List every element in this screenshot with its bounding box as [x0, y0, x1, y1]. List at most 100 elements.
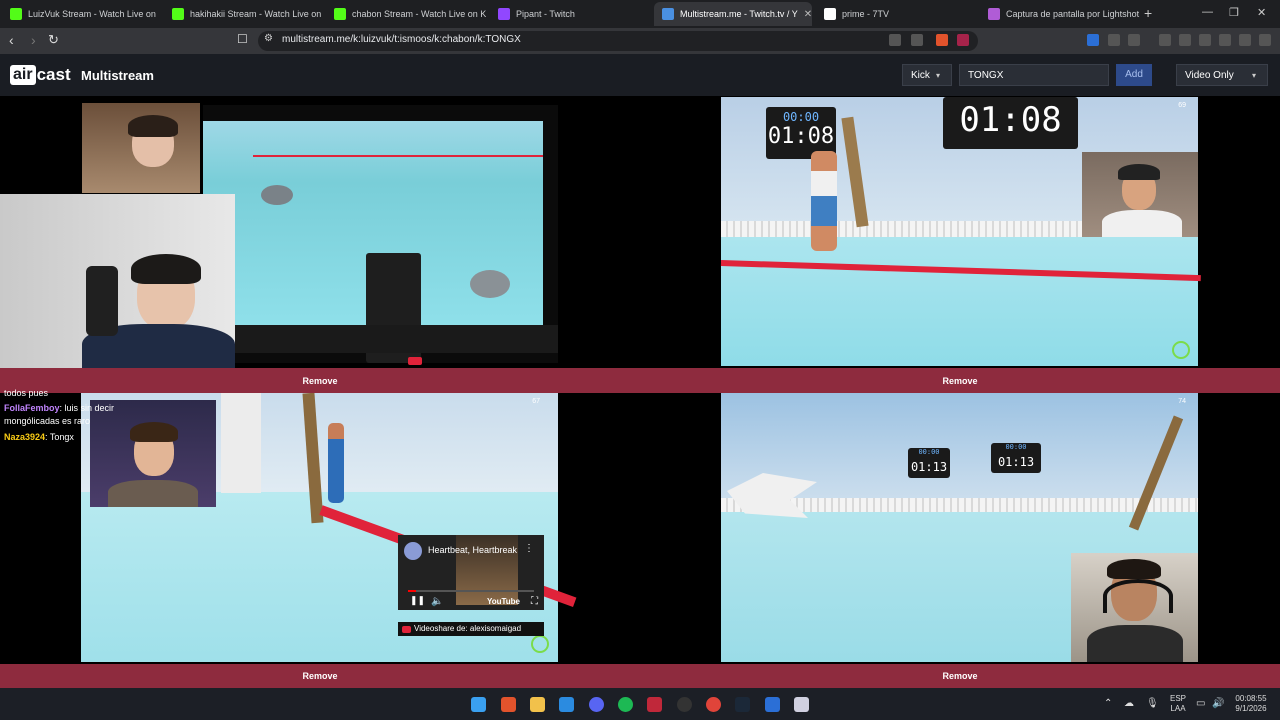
timer-display: 01:08: [943, 97, 1078, 149]
bing-icon[interactable]: [559, 697, 574, 712]
browser-tab[interactable]: LuizVuk Stream - Watch Live on: [2, 2, 162, 26]
discord-icon[interactable]: [589, 697, 604, 712]
rewards-icon[interactable]: [957, 34, 969, 46]
timer-big: 01:08: [767, 124, 835, 149]
platform-select[interactable]: Kick: [902, 64, 952, 86]
display-icon[interactable]: ▭: [1196, 699, 1205, 709]
minimize-icon[interactable]: —: [1202, 6, 1213, 18]
add-button[interactable]: Add: [1116, 64, 1152, 86]
clock-time: 00:08:55: [1235, 694, 1267, 703]
extension-icon[interactable]: [1087, 34, 1099, 46]
share-icon[interactable]: [911, 34, 923, 46]
network-cloud-icon[interactable]: ☁: [1124, 699, 1134, 709]
kick-icon: [10, 8, 22, 20]
pause-icon[interactable]: ❚❚: [410, 595, 425, 606]
browser-tab[interactable]: Captura de pantalla por Lightshot: [980, 2, 1140, 26]
obs-icon[interactable]: [677, 697, 692, 712]
participant-strip: [233, 325, 558, 353]
security-icon[interactable]: [765, 697, 780, 712]
browser-tab-active[interactable]: Multistream.me - Twitch.tv / Y ✕: [654, 2, 812, 26]
extension-icon[interactable]: [1108, 34, 1120, 46]
browser-tab[interactable]: prime - 7TV: [816, 2, 976, 26]
extension-icon[interactable]: [1128, 34, 1140, 46]
streamer-cap: [1118, 164, 1160, 180]
remove-button[interactable]: Remove: [0, 368, 640, 394]
wallet-icon[interactable]: [1199, 34, 1211, 46]
stream-player[interactable]: 00:00 01:13 00:00 01:13 74: [640, 393, 1280, 664]
translate-icon[interactable]: [889, 34, 901, 46]
volume-icon[interactable]: 🔊: [1212, 699, 1224, 709]
webcam-feed: [82, 103, 200, 193]
sidebar-icon[interactable]: [1179, 34, 1191, 46]
remove-button[interactable]: Remove: [0, 664, 640, 688]
bookmark-icon[interactable]: ☐: [237, 32, 248, 46]
brave-shield-icon[interactable]: [936, 34, 948, 46]
forward-icon[interactable]: ›: [31, 32, 36, 48]
music-icon[interactable]: [1159, 34, 1171, 46]
rock: [261, 185, 293, 205]
youtube-progress[interactable]: [408, 590, 534, 592]
gaming-chair: [86, 266, 118, 336]
app-icon[interactable]: [794, 697, 809, 712]
url-text[interactable]: multistream.me/k:luizvuk/t:ismoos/k:chab…: [282, 34, 521, 45]
language-indicator[interactable]: ESP LAA: [1166, 694, 1190, 714]
more-options-icon[interactable]: ⋮: [524, 543, 534, 554]
spotify-icon[interactable]: [618, 697, 633, 712]
tab-title: Multistream.me - Twitch.tv / Y: [680, 9, 798, 19]
clock[interactable]: 00:08:55 9/1/2026: [1230, 694, 1272, 714]
browser-tab[interactable]: chabon Stream - Watch Live on K: [326, 2, 486, 26]
menu-icon[interactable]: [1259, 34, 1271, 46]
tab-title: Captura de pantalla por Lightshot: [1006, 9, 1140, 19]
aircast-logo[interactable]: air cast: [10, 64, 71, 86]
leo-icon[interactable]: [1219, 34, 1231, 46]
brave-icon[interactable]: [501, 697, 516, 712]
stream-player[interactable]: [0, 97, 640, 368]
7tv-icon: [824, 8, 836, 20]
timer-big: 01:08: [959, 100, 1062, 140]
chrome-icon[interactable]: [706, 697, 721, 712]
steam-icon[interactable]: [735, 697, 750, 712]
streamer-hair: [1107, 559, 1161, 579]
streamer-app-icon[interactable]: [647, 697, 662, 712]
language-top: ESP: [1169, 694, 1186, 703]
new-tab-icon[interactable]: +: [1144, 5, 1152, 21]
browser-tab[interactable]: hakihakii Stream - Watch Live on: [164, 2, 324, 26]
file-explorer-icon[interactable]: [530, 697, 545, 712]
chevron-up-icon[interactable]: ⌃: [1104, 699, 1112, 709]
volume-icon[interactable]: 🔈: [431, 596, 443, 607]
player-character: [328, 423, 344, 503]
chevron-down-icon: ▾: [936, 71, 941, 80]
kick-icon: [172, 8, 184, 20]
remove-button[interactable]: Remove: [640, 664, 1280, 688]
youtube-title: Heartbeat, Heartbreak: [428, 545, 518, 555]
back-icon[interactable]: ‹: [9, 32, 14, 48]
channel-input[interactable]: TONGX: [959, 64, 1109, 86]
page-title: Multistream: [81, 68, 154, 83]
webcam-feed: [1071, 553, 1198, 662]
webcam-feed: [1082, 152, 1198, 237]
site-info-icon[interactable]: ⚙: [264, 33, 273, 44]
stream-player[interactable]: 00:00 01:08 01:08 69: [640, 97, 1280, 368]
streamer-body: [108, 480, 198, 507]
chat-text: todos pues: [4, 388, 49, 398]
close-window-icon[interactable]: ✕: [1257, 6, 1266, 19]
windows-start-icon[interactable]: [471, 697, 486, 712]
go-live-button[interactable]: [408, 357, 422, 365]
browser-tab[interactable]: Pipant - Twitch: [490, 2, 650, 26]
vpn-icon[interactable]: [1239, 34, 1251, 46]
chevron-down-icon: ▾: [1252, 71, 1257, 80]
youtube-logo[interactable]: YouTube: [487, 597, 520, 606]
webcam-feed: [0, 194, 235, 368]
youtube-popup[interactable]: Heartbeat, Heartbreak ⋮ ❚❚ 🔈 YouTube ⛶: [398, 535, 544, 610]
microphone-icon[interactable]: 🎙: [1146, 699, 1159, 709]
loading-ring-icon: [1172, 341, 1190, 359]
close-tab-icon[interactable]: ✕: [804, 9, 812, 20]
remove-button[interactable]: Remove: [640, 368, 1280, 394]
maximize-icon[interactable]: ❐: [1229, 6, 1239, 19]
reload-icon[interactable]: ↻: [48, 32, 59, 48]
fullscreen-icon[interactable]: ⛶: [531, 596, 538, 607]
player-character: [811, 151, 837, 251]
timer-small: 00:00: [918, 448, 940, 456]
stream-player[interactable]: 67 Heartbeat, Heartbreak ⋮ ❚❚ 🔈 YouTube …: [0, 393, 640, 664]
timer-display: 00:00 01:13: [991, 443, 1041, 473]
